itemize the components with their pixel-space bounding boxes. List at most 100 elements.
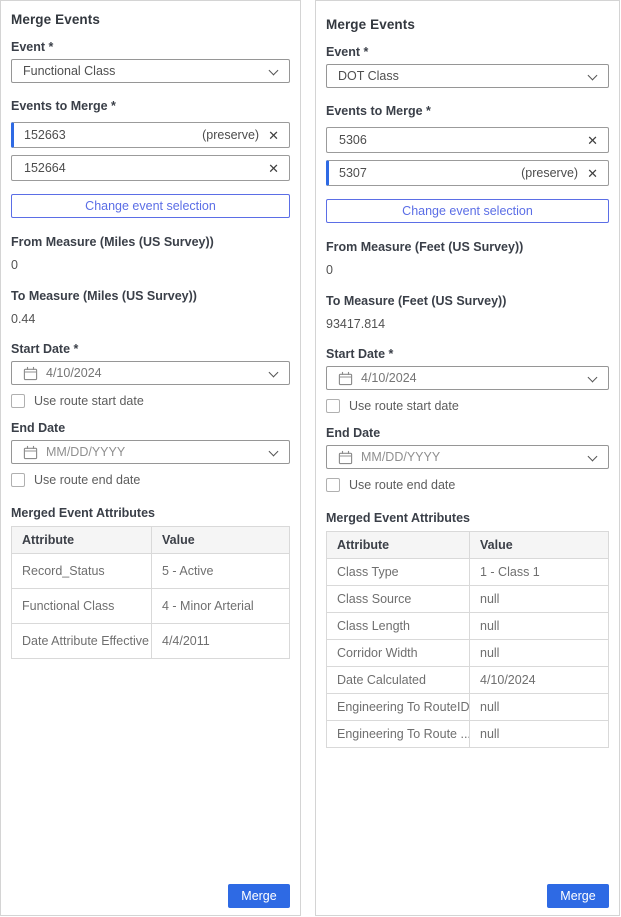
end-date-placeholder: MM/DD/YYYY	[46, 445, 125, 459]
checkbox-icon[interactable]	[326, 478, 340, 492]
change-event-selection-button[interactable]: Change event selection	[11, 194, 290, 218]
checkbox-label: Use route start date	[349, 399, 459, 413]
column-header-value: Value	[470, 532, 609, 559]
attribute-cell: Engineering To RouteID	[327, 694, 470, 721]
value-cell: null	[470, 640, 609, 667]
chevron-down-icon	[269, 447, 279, 457]
close-icon[interactable]: ✕	[268, 162, 279, 175]
calendar-icon	[338, 371, 353, 386]
end-date-label: End Date	[11, 421, 290, 435]
attribute-cell: Corridor Width	[327, 640, 470, 667]
merged-attributes-table: Attribute Value Class Type 1 - Class 1 C…	[326, 531, 609, 748]
calendar-icon	[338, 450, 353, 465]
checkbox-icon[interactable]	[326, 399, 340, 413]
change-event-selection-button[interactable]: Change event selection	[326, 199, 609, 223]
to-measure-value: 93417.814	[326, 317, 609, 331]
table-header-row: Attribute Value	[327, 532, 609, 559]
panel-footer: Merge	[11, 884, 290, 910]
checkbox-icon[interactable]	[11, 394, 25, 408]
use-route-end-date-checkbox[interactable]: Use route end date	[326, 478, 609, 492]
merged-event-attributes-title: Merged Event Attributes	[11, 506, 290, 520]
column-header-attribute: Attribute	[12, 527, 152, 554]
event-select[interactable]: DOT Class	[326, 64, 609, 88]
calendar-icon	[23, 445, 38, 460]
checkbox-icon[interactable]	[11, 473, 25, 487]
merged-attributes-table: Attribute Value Record_Status 5 - Active…	[11, 526, 290, 659]
chevron-down-icon	[588, 71, 598, 81]
from-measure-label: From Measure (Feet (US Survey))	[326, 240, 609, 254]
event-to-merge-item[interactable]: 5306 ✕	[326, 127, 609, 153]
table-row: Date Attribute Effective 4/4/2011	[12, 624, 290, 659]
checkbox-label: Use route start date	[34, 394, 144, 408]
attribute-cell: Functional Class	[12, 589, 152, 624]
chevron-down-icon	[269, 66, 279, 76]
close-icon[interactable]: ✕	[587, 134, 598, 147]
table-row: Engineering To Route ... null	[327, 721, 609, 748]
event-label: Event *	[11, 40, 290, 54]
merge-events-panel-left: Merge Events Event * Functional Class Ev…	[0, 0, 301, 916]
table-row: Class Source null	[327, 586, 609, 613]
from-measure-label: From Measure (Miles (US Survey))	[11, 235, 290, 249]
attribute-cell: Date Attribute Effective	[12, 624, 152, 659]
end-date-select[interactable]: MM/DD/YYYY	[11, 440, 290, 464]
table-row: Class Length null	[327, 613, 609, 640]
table-row: Engineering To RouteID null	[327, 694, 609, 721]
value-cell: null	[470, 694, 609, 721]
end-date-select[interactable]: MM/DD/YYYY	[326, 445, 609, 469]
event-id: 152663	[24, 128, 66, 142]
attribute-cell: Class Type	[327, 559, 470, 586]
events-to-merge-label: Events to Merge *	[11, 99, 290, 113]
use-route-start-date-checkbox[interactable]: Use route start date	[11, 394, 290, 408]
attribute-cell: Date Calculated	[327, 667, 470, 694]
chevron-down-icon	[588, 373, 598, 383]
start-date-label: Start Date *	[11, 342, 290, 356]
checkbox-label: Use route end date	[34, 473, 140, 487]
event-id: 5306	[339, 133, 367, 147]
end-date-placeholder: MM/DD/YYYY	[361, 450, 440, 464]
from-measure-value: 0	[11, 258, 290, 272]
panel-footer: Merge	[326, 884, 609, 910]
close-icon[interactable]: ✕	[268, 129, 279, 142]
preserve-badge: (preserve)	[521, 166, 578, 180]
chevron-down-icon	[588, 452, 598, 462]
start-date-select[interactable]: 4/10/2024	[326, 366, 609, 390]
event-to-merge-item[interactable]: 152664 ✕	[11, 155, 290, 181]
table-row: Corridor Width null	[327, 640, 609, 667]
value-cell: 4/4/2011	[152, 624, 290, 659]
column-header-attribute: Attribute	[327, 532, 470, 559]
merge-button[interactable]: Merge	[228, 884, 290, 908]
value-cell: null	[470, 721, 609, 748]
value-cell: 4/10/2024	[470, 667, 609, 694]
value-cell: null	[470, 586, 609, 613]
to-measure-label: To Measure (Miles (US Survey))	[11, 289, 290, 303]
attribute-cell: Record_Status	[12, 554, 152, 589]
attribute-cell: Class Source	[327, 586, 470, 613]
event-select-value: Functional Class	[23, 64, 115, 78]
table-row: Date Calculated 4/10/2024	[327, 667, 609, 694]
use-route-start-date-checkbox[interactable]: Use route start date	[326, 399, 609, 413]
close-icon[interactable]: ✕	[587, 167, 598, 180]
value-cell: null	[470, 613, 609, 640]
event-select[interactable]: Functional Class	[11, 59, 290, 83]
table-row: Record_Status 5 - Active	[12, 554, 290, 589]
event-select-value: DOT Class	[338, 69, 399, 83]
event-id: 5307	[339, 166, 367, 180]
start-date-select[interactable]: 4/10/2024	[11, 361, 290, 385]
end-date-label: End Date	[326, 426, 609, 440]
use-route-end-date-checkbox[interactable]: Use route end date	[11, 473, 290, 487]
calendar-icon	[23, 366, 38, 381]
value-cell: 1 - Class 1	[470, 559, 609, 586]
table-row: Class Type 1 - Class 1	[327, 559, 609, 586]
merge-events-panel-right: Merge Events Event * DOT Class Events to…	[315, 0, 620, 916]
to-measure-value: 0.44	[11, 312, 290, 326]
checkbox-label: Use route end date	[349, 478, 455, 492]
event-to-merge-item[interactable]: 5307 (preserve) ✕	[326, 160, 609, 186]
attribute-cell: Class Length	[327, 613, 470, 640]
start-date-label: Start Date *	[326, 347, 609, 361]
merge-button[interactable]: Merge	[547, 884, 609, 908]
to-measure-label: To Measure (Feet (US Survey))	[326, 294, 609, 308]
value-cell: 5 - Active	[152, 554, 290, 589]
table-header-row: Attribute Value	[12, 527, 290, 554]
start-date-value: 4/10/2024	[361, 371, 417, 385]
event-to-merge-item[interactable]: 152663 (preserve) ✕	[11, 122, 290, 148]
